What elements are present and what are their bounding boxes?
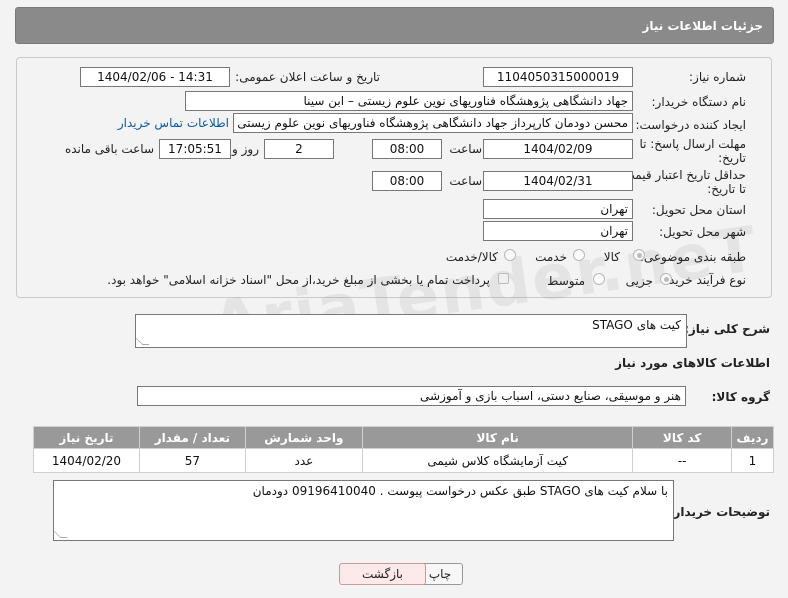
goods-group-label: گروه کالا:	[711, 390, 770, 404]
city-field[interactable]: تهران	[483, 221, 633, 241]
reply-deadline-label: مهلت ارسال پاسخ: تا	[639, 137, 746, 151]
col-name-header: نام کالا	[361, 426, 634, 449]
price-validity-label: حداقل تاریخ اعتبار قیمت:	[619, 168, 746, 182]
remaining-time-field[interactable]: 17:05:51	[159, 139, 231, 159]
price-validity-label-2: تا تاریخ:	[707, 182, 746, 196]
announce-datetime-field[interactable]: 1404/02/06 - 14:31	[80, 67, 230, 87]
category-goods-radio[interactable]	[633, 249, 645, 261]
creator-label: ایجاد کننده درخواست:	[635, 118, 746, 132]
goods-info-heading: اطلاعات کالاهای مورد نیاز	[615, 356, 770, 370]
col-date-header: تاریخ نیاز	[33, 426, 140, 449]
purchase-medium-radio[interactable]	[593, 273, 605, 285]
description-label: شرح کلی نیاز:	[684, 322, 770, 336]
province-label: استان محل تحویل:	[651, 203, 746, 217]
cell-date: 1404/02/20	[33, 448, 140, 473]
cell-row: 1	[730, 448, 775, 473]
creator-field[interactable]: محسن دودمان کارپرداز جهاد دانشگاهی پژوهش…	[233, 113, 633, 133]
category-service-radio[interactable]	[573, 249, 585, 261]
purchase-minor-label: جزیی	[625, 274, 653, 288]
days-label: روز و	[232, 142, 259, 156]
reply-deadline-label-2: تاریخ:	[718, 151, 746, 165]
buyer-org-field[interactable]: جهاد دانشگاهی پژوهشگاه فناوریهای نوین عل…	[185, 91, 633, 111]
resize-grip-icon[interactable]	[53, 531, 68, 538]
description-textarea[interactable]: کیت های STAGO	[135, 314, 687, 348]
reply-time-label: ساعت	[449, 142, 482, 156]
price-validity-time-field[interactable]: 08:00	[372, 171, 442, 191]
resize-grip-icon[interactable]	[135, 338, 150, 345]
treasury-payment-checkbox[interactable]	[498, 273, 509, 284]
announce-datetime-label: تاریخ و ساعت اعلان عمومی:	[235, 70, 380, 84]
purchase-type-label: نوع فرآیند خرید :	[661, 273, 746, 287]
description-text: کیت های STAGO	[592, 318, 681, 332]
category-label: طبقه بندی موضوعی:	[639, 250, 746, 264]
buyer-notes-textarea[interactable]: با سلام کیت های STAGO طبق عکس درخواست پی…	[53, 480, 674, 541]
purchase-minor-radio[interactable]	[660, 273, 672, 285]
city-label: شهر محل تحویل:	[659, 225, 746, 239]
cell-code: --	[632, 448, 732, 473]
category-service-label: خدمت	[535, 250, 567, 264]
purchase-medium-label: متوسط	[547, 274, 585, 288]
need-number-label: شماره نیاز:	[689, 70, 746, 84]
goods-table-header: ردیف کد کالا نام کالا واحد شمارش تعداد /…	[33, 426, 775, 449]
province-field[interactable]: تهران	[483, 199, 633, 219]
reply-time-field[interactable]: 08:00	[372, 139, 442, 159]
category-goods-label: کالا	[603, 250, 620, 264]
cell-qty: 57	[138, 448, 246, 473]
category-both-radio[interactable]	[504, 249, 516, 261]
col-qty-header: تعداد / مقدار	[138, 426, 246, 449]
col-unit-header: واحد شمارش	[244, 426, 363, 449]
col-code-header: کد کالا	[632, 426, 732, 449]
page-title: جزئیات اطلاعات نیاز	[15, 7, 774, 44]
buyer-org-label: نام دستگاه خریدار:	[651, 95, 747, 109]
reply-date-field[interactable]: 1404/02/09	[483, 139, 633, 159]
need-number-field[interactable]: 1104050315000019	[483, 67, 633, 87]
back-button[interactable]: بازگشت	[339, 563, 426, 585]
goods-group-field[interactable]: هنر و موسیقی، صنایع دستی، اسباب بازی و آ…	[137, 386, 686, 406]
goods-table: ردیف کد کالا نام کالا واحد شمارش تعداد /…	[33, 426, 775, 473]
days-remaining-field[interactable]: 2	[264, 139, 334, 159]
buyer-contact-link[interactable]: اطلاعات تماس خریدار	[118, 116, 229, 130]
buyer-notes-text: با سلام کیت های STAGO طبق عکس درخواست پی…	[252, 484, 668, 498]
remaining-time-label: ساعت باقی مانده	[64, 142, 154, 156]
category-both-label: کالا/خدمت	[445, 250, 498, 264]
col-row-header: ردیف	[730, 426, 775, 449]
buyer-notes-label: توضیحات خریدار:	[668, 505, 770, 519]
cell-name: کیت آزمایشگاه کلاس شیمی	[361, 448, 634, 473]
cell-unit: عدد	[244, 448, 363, 473]
price-validity-time-label: ساعت	[449, 174, 482, 188]
table-row[interactable]: 1 -- کیت آزمایشگاه کلاس شیمی عدد 57 1404…	[33, 448, 775, 473]
treasury-payment-note: پرداخت تمام یا بخشی از مبلغ خرید،از محل …	[107, 273, 490, 287]
price-validity-date-field[interactable]: 1404/02/31	[483, 171, 633, 191]
